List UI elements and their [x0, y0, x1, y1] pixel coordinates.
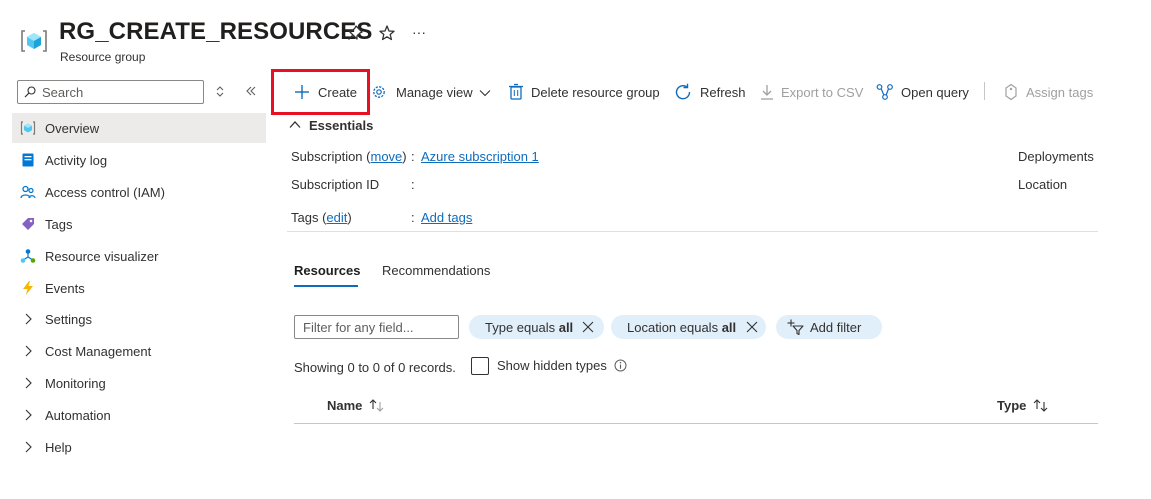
sidebar-item-resource-visualizer[interactable]: Resource visualizer: [12, 241, 266, 271]
chevron-up-icon: [289, 121, 301, 128]
assign-tags-button[interactable]: Assign tags: [1002, 81, 1094, 103]
sidebar-item-label: Activity log: [45, 153, 108, 168]
star-icon[interactable]: [378, 24, 396, 42]
sidebar-item-label: Resource visualizer: [45, 249, 159, 264]
filter-field[interactable]: [294, 315, 459, 339]
tag-icon: [22, 218, 34, 230]
subscription-link[interactable]: Azure subscription 1: [421, 149, 539, 164]
sidebar-item-label: Help: [45, 440, 72, 455]
sidebar-search[interactable]: [17, 80, 204, 104]
sidebar-item-label: Cost Management: [45, 344, 152, 359]
overview-icon: [20, 121, 36, 135]
activity-log-icon: [22, 153, 34, 167]
type-filter-label: Type equals all: [485, 320, 574, 335]
search-input[interactable]: [42, 84, 197, 100]
manage-view-button[interactable]: Manage view: [370, 81, 494, 103]
type-filter-pill[interactable]: Type equals all: [469, 315, 604, 339]
sidebar-item-tags[interactable]: Tags: [12, 209, 266, 239]
edit-tags-link[interactable]: edit: [326, 210, 347, 225]
chevron-down-icon: [479, 90, 491, 97]
page-subtitle: Resource group: [60, 50, 146, 64]
close-icon[interactable]: [746, 321, 758, 333]
column-header-name[interactable]: Name: [327, 398, 362, 413]
sidebar-item-label: Monitoring: [45, 376, 106, 391]
column-header-type[interactable]: Type: [997, 398, 1026, 413]
info-icon[interactable]: [614, 359, 627, 372]
table-header-divider: [294, 423, 1098, 424]
sidebar-item-label: Automation: [45, 408, 111, 423]
lightning-icon: [23, 281, 33, 295]
show-hidden-types-checkbox[interactable]: [471, 357, 489, 375]
show-hidden-types-label[interactable]: Show hidden types: [497, 358, 607, 373]
tags-colon: :: [411, 210, 415, 225]
refresh-button[interactable]: Refresh: [674, 81, 746, 103]
more-icon[interactable]: ···: [412, 24, 426, 40]
sidebar-item-label: Settings: [45, 312, 92, 327]
records-count-text: Showing 0 to 0 of 0 records.: [294, 360, 456, 375]
chevron-right-icon: [25, 313, 32, 325]
chevron-right-icon: [25, 345, 32, 357]
search-icon: [24, 86, 36, 98]
expand-collapse-icon[interactable]: [213, 84, 227, 98]
tab-recommendations[interactable]: Recommendations: [382, 263, 490, 278]
add-tags-link[interactable]: Add tags: [421, 210, 472, 225]
sidebar-item-access-control[interactable]: Access control (IAM): [12, 177, 266, 207]
active-tab-indicator: [294, 285, 358, 287]
query-icon: [876, 84, 893, 100]
sidebar-item-settings[interactable]: Settings: [12, 304, 266, 334]
pin-icon[interactable]: [346, 24, 364, 42]
page-title: RG_CREATE_RESOURCES: [59, 18, 373, 45]
subscription-id-colon: :: [411, 177, 415, 192]
deployments-label: Deployments: [1018, 149, 1094, 164]
sidebar-item-help[interactable]: Help: [12, 432, 266, 462]
sort-icon[interactable]: [1032, 398, 1050, 413]
close-icon[interactable]: [582, 321, 594, 333]
tab-resources[interactable]: Resources: [294, 263, 360, 278]
export-csv-button[interactable]: Export to CSV: [758, 81, 863, 103]
sidebar-item-monitoring[interactable]: Monitoring: [12, 368, 266, 398]
sidebar-item-activity-log[interactable]: Activity log: [12, 145, 266, 175]
subscription-label: Subscription (move): [291, 149, 407, 164]
sidebar-item-label: Tags: [45, 217, 73, 232]
essentials-toggle[interactable]: Essentials: [289, 117, 379, 133]
chevron-right-icon: [25, 441, 32, 453]
add-filter-icon: [787, 319, 804, 336]
sidebar-item-events[interactable]: Events: [12, 273, 266, 303]
sidebar-item-label: Access control (IAM): [45, 185, 165, 200]
sidebar-item-label: Events: [45, 281, 85, 296]
location-label: Location: [1018, 177, 1068, 192]
collapse-sidebar-icon[interactable]: [244, 84, 258, 98]
toolbar-divider: [984, 82, 985, 100]
trash-icon: [509, 83, 523, 100]
open-query-button[interactable]: Open query: [876, 81, 972, 103]
location-filter-label: Location equals all: [627, 320, 737, 335]
download-icon: [761, 85, 773, 100]
tag-outline-icon: [1005, 83, 1017, 101]
sidebar-item-label: Overview: [45, 121, 100, 136]
filter-input[interactable]: [303, 319, 453, 335]
tags-label: Tags (edit): [291, 210, 352, 225]
location-filter-pill[interactable]: Location equals all: [611, 315, 766, 339]
gear-icon: [373, 86, 385, 98]
subscription-colon: :: [411, 149, 415, 164]
resource-group-icon: [21, 30, 47, 52]
sort-icon[interactable]: [368, 398, 386, 413]
subscription-id-label: Subscription ID: [291, 177, 380, 192]
chevron-right-icon: [25, 409, 32, 421]
plus-icon: [295, 85, 309, 99]
move-link[interactable]: move: [371, 149, 403, 164]
delete-resource-group-button[interactable]: Delete resource group: [507, 81, 663, 103]
essentials-divider: [287, 231, 1098, 232]
sidebar-item-cost-management[interactable]: Cost Management: [12, 336, 266, 366]
add-filter-button[interactable]: Add filter: [776, 315, 882, 339]
refresh-icon: [675, 83, 691, 100]
visualizer-icon: [20, 249, 36, 263]
sidebar-item-overview[interactable]: Overview: [12, 113, 266, 143]
chevron-right-icon: [25, 377, 32, 389]
sidebar-item-automation[interactable]: Automation: [12, 400, 266, 430]
people-icon: [20, 185, 36, 199]
create-button[interactable]: Create: [293, 81, 359, 103]
